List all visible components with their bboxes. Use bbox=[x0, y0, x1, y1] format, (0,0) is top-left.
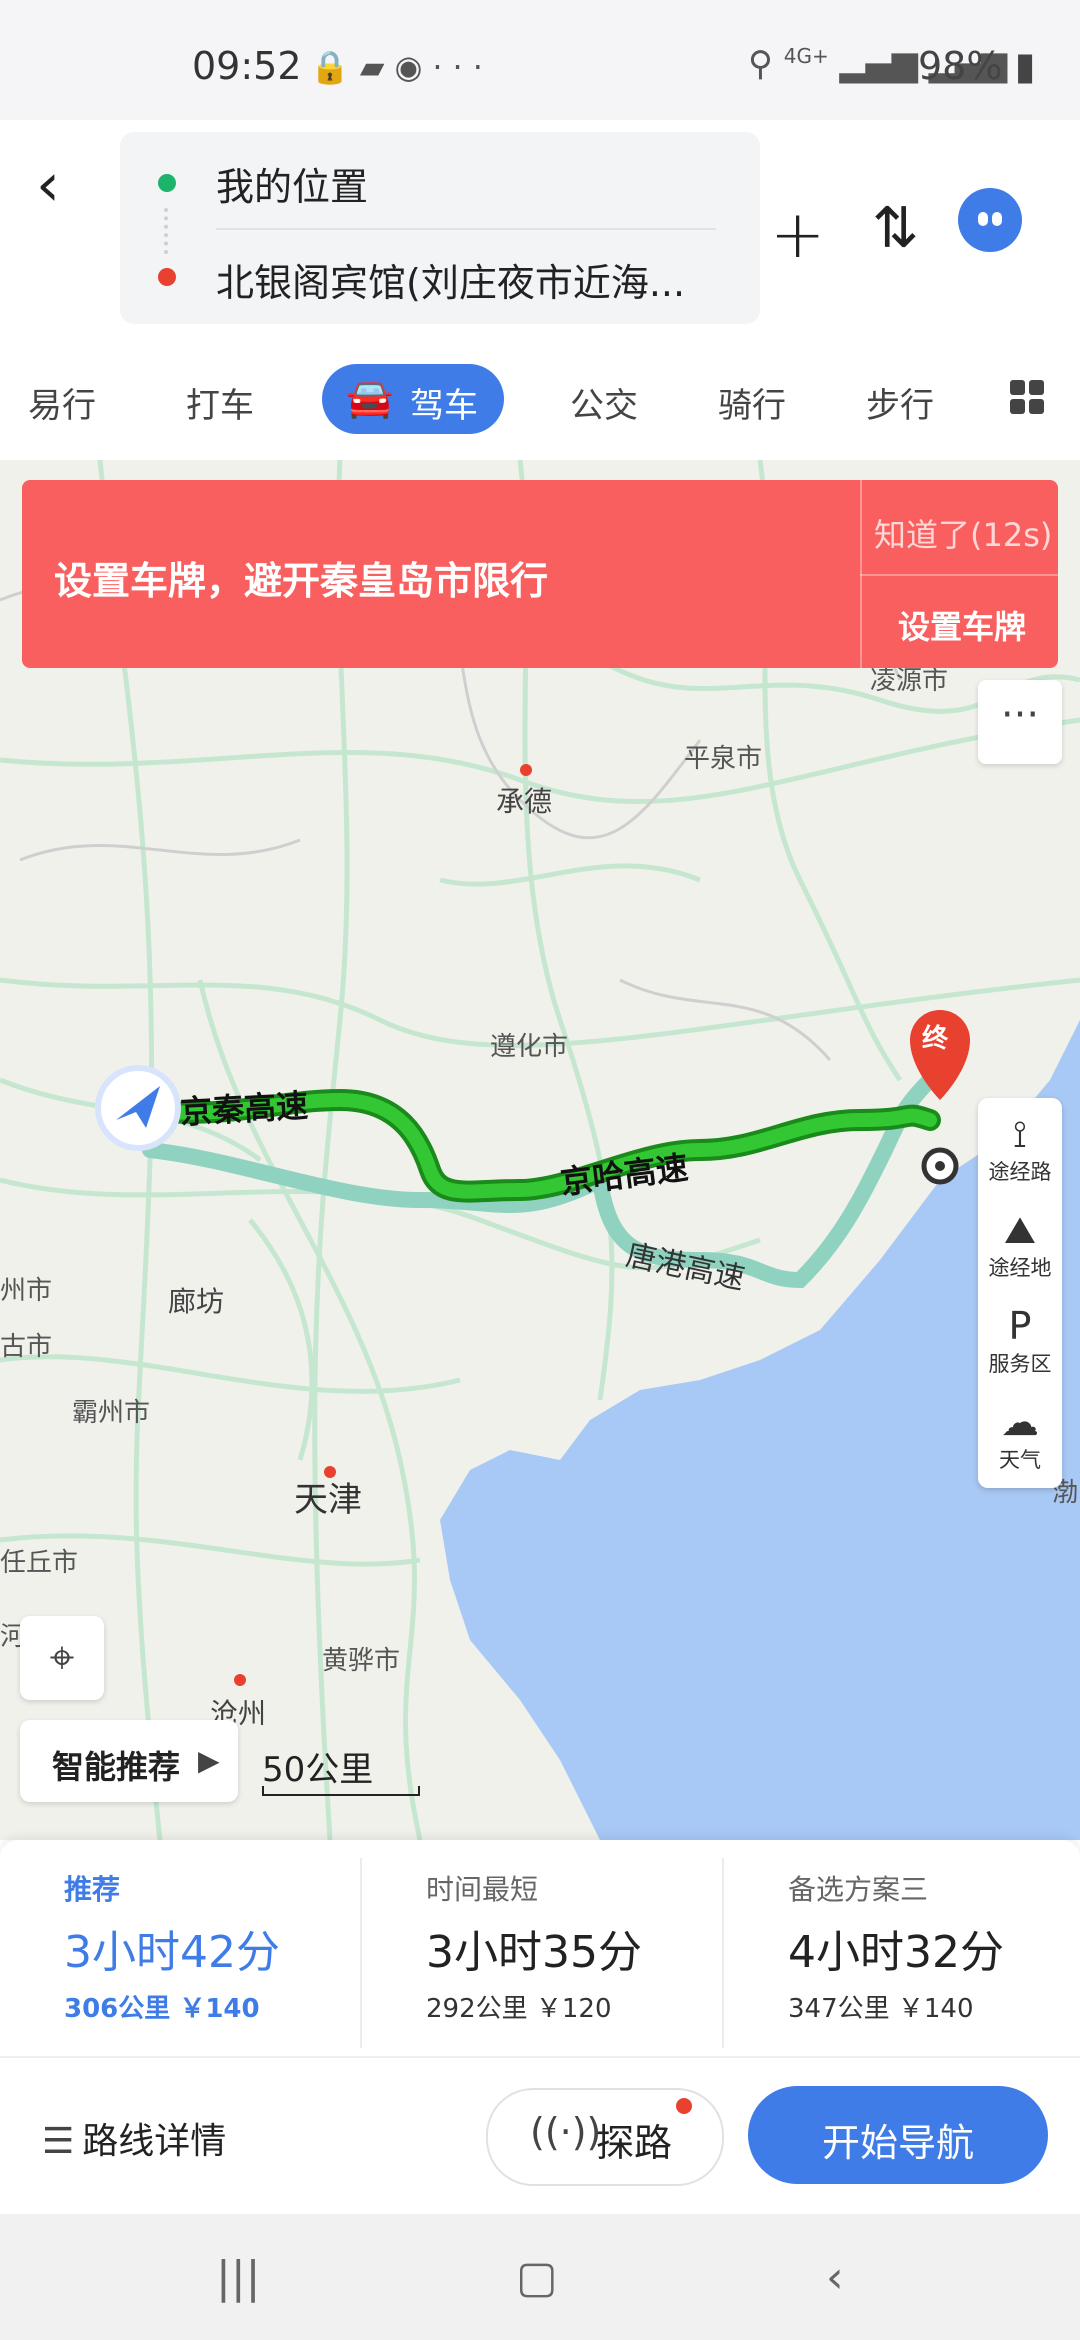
sync-icon: ◉ bbox=[394, 48, 433, 86]
map-city-label: 天津 bbox=[294, 1480, 362, 1520]
map-city-label: 承德 bbox=[496, 785, 553, 818]
road-label-jingqin: 京秦高速 bbox=[179, 1086, 310, 1132]
more-options-button[interactable]: ··· bbox=[978, 680, 1062, 764]
start-navigation-button[interactable]: 开始导航 bbox=[748, 2086, 1048, 2184]
status-notification-icons: 🔒▰◉··· bbox=[310, 48, 493, 86]
map-city-label: 廊坊 bbox=[168, 1285, 225, 1318]
end-marker-label: 终 bbox=[922, 1024, 949, 1054]
status-bar: 09:52 🔒▰◉··· ⚲ 4G+ ▂▄▆ ▂▄▆ 98% ▮ bbox=[0, 0, 1080, 120]
recents-icon[interactable]: ||| bbox=[216, 2252, 260, 2303]
battery-icon: ▮ bbox=[1014, 44, 1036, 88]
set-plate-button[interactable]: 设置车牌 bbox=[898, 602, 1026, 648]
assistant-robot-icon[interactable] bbox=[958, 188, 1022, 252]
end-dot-icon bbox=[158, 268, 176, 286]
back-button[interactable]: ‹ bbox=[36, 150, 84, 220]
map-tools-panel: ⟟ 途经路 ⛰ 途经地 P 服务区 ☁ 天气 bbox=[978, 1098, 1062, 1488]
map-partial-label: 古市 bbox=[0, 1332, 53, 1362]
back-nav-icon[interactable]: ‹ bbox=[826, 2252, 844, 2303]
more-dots-icon: ··· bbox=[432, 48, 493, 86]
swap-route-button[interactable]: ⇅ bbox=[872, 196, 919, 261]
add-waypoint-button[interactable]: + bbox=[770, 196, 825, 273]
map-city-label: 黄骅市 bbox=[322, 1646, 401, 1676]
waypoint-place-button[interactable]: ⛰ 途经地 bbox=[978, 1208, 1062, 1282]
start-dot-icon bbox=[158, 174, 176, 192]
location-pin-icon: ⚲ bbox=[748, 44, 773, 84]
start-location-field[interactable]: 我的位置 bbox=[216, 156, 368, 211]
route-details-button[interactable]: ☰ 路线详情 bbox=[42, 2112, 226, 2164]
tab-easy[interactable]: 易行 bbox=[28, 378, 96, 427]
play-arrow-icon: ▶ bbox=[198, 1744, 220, 1777]
tab-drive[interactable]: 🚘 驾车 bbox=[322, 364, 504, 434]
waypoint-route-icon: ⟟ bbox=[1012, 1112, 1028, 1156]
weather-button[interactable]: ☁ 天气 bbox=[978, 1400, 1062, 1474]
map-scale-bar bbox=[262, 1786, 420, 1796]
battery-level: 98% ▮ bbox=[918, 44, 1036, 88]
tab-walk[interactable]: 步行 bbox=[866, 378, 934, 427]
banner-message: 设置车牌，避开秦皇岛市限行 bbox=[54, 559, 549, 603]
home-icon[interactable]: ▢ bbox=[516, 2252, 558, 2303]
list-icon: ☰ bbox=[42, 2121, 75, 2162]
weather-cloud-icon: ☁ bbox=[1001, 1400, 1039, 1444]
broadcast-icon: ((·)) bbox=[530, 2110, 602, 2154]
map-partial-label: 州市 bbox=[0, 1276, 53, 1306]
route-connector bbox=[164, 208, 174, 254]
route-option-card[interactable]: 备选方案三 4小时32分 347公里 ￥140 bbox=[724, 1840, 1080, 2056]
more-modes-grid-icon[interactable] bbox=[1010, 380, 1044, 414]
map-city-label: 遵化市 bbox=[490, 1032, 569, 1062]
plate-restriction-banner: 设置车牌，避开秦皇岛市限行 知道了(12s) 设置车牌 bbox=[22, 480, 1058, 668]
message-icon: ▰ bbox=[359, 48, 395, 86]
destination-field[interactable]: 北银阁宾馆(刘庄夜市近海... bbox=[216, 252, 736, 307]
dismiss-banner-button[interactable]: 知道了(12s) bbox=[874, 510, 1052, 556]
car-icon: 🚘 bbox=[346, 376, 394, 420]
explore-road-button[interactable]: ((·)) 探路 bbox=[486, 2088, 724, 2186]
locate-me-button[interactable]: ⌖ bbox=[20, 1616, 104, 1700]
map-city-label: 任丘市 bbox=[0, 1548, 79, 1578]
waypoint-place-icon: ⛰ bbox=[1004, 1208, 1036, 1252]
divider bbox=[216, 228, 716, 230]
system-nav-bar: ||| ▢ ‹ bbox=[0, 2214, 1080, 2340]
service-area-button[interactable]: P 服务区 bbox=[978, 1304, 1062, 1378]
tab-taxi[interactable]: 打车 bbox=[186, 378, 254, 427]
route-option-card[interactable]: 时间最短 3小时35分 292公里 ￥120 bbox=[362, 1840, 722, 2056]
map-city-label: 平泉市 bbox=[684, 744, 763, 774]
route-option-card[interactable]: 推荐 3小时42分 306公里 ￥140 bbox=[0, 1840, 360, 2056]
map-city-label: 霸州市 bbox=[72, 1398, 151, 1428]
divider bbox=[860, 574, 1058, 576]
waypoint-route-button[interactable]: ⟟ 途经路 bbox=[978, 1112, 1062, 1186]
status-time: 09:52 bbox=[192, 44, 302, 88]
notification-dot bbox=[676, 2098, 692, 2114]
tab-drive-label: 驾车 bbox=[410, 386, 478, 426]
network-label: 4G+ bbox=[783, 44, 829, 68]
lock-icon: 🔒 bbox=[310, 48, 360, 86]
smart-recommend-button[interactable]: 智能推荐 ▶ bbox=[20, 1720, 238, 1802]
tab-bike[interactable]: 骑行 bbox=[718, 378, 786, 427]
map-scale-label: 50公里 bbox=[262, 1750, 374, 1790]
crosshair-icon: ⌖ bbox=[49, 1632, 75, 1683]
tab-bus[interactable]: 公交 bbox=[570, 378, 638, 427]
service-area-icon: P bbox=[1008, 1304, 1032, 1348]
